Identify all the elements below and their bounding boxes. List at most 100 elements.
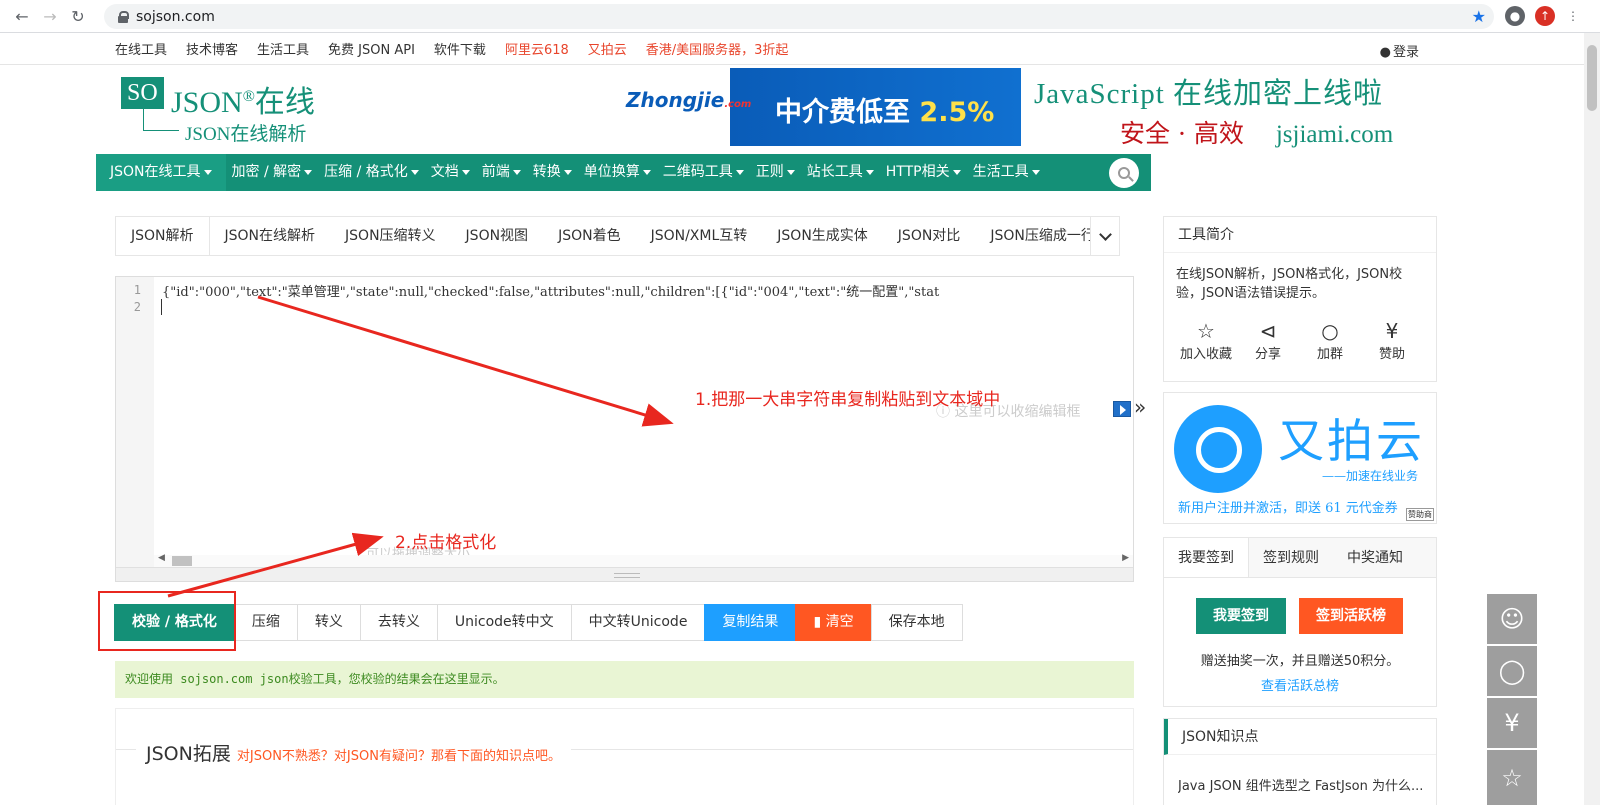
intro-title: 工具简介 xyxy=(1164,217,1436,253)
mainnav-item[interactable]: JSON在线工具 xyxy=(96,154,226,191)
favorite-action[interactable]: ☆ 加入收藏 xyxy=(1176,319,1236,362)
float-smile-button[interactable]: ☺ xyxy=(1487,594,1537,644)
tab[interactable]: JSON视图 xyxy=(451,217,544,255)
topnav-link[interactable]: 在线工具 xyxy=(115,39,167,58)
clear-button[interactable]: ▮ 清空 xyxy=(795,604,872,641)
copy-result-button[interactable]: 复制结果 xyxy=(704,604,797,641)
knowledge-title: JSON知识点 xyxy=(1164,719,1436,755)
zhongjie-logo: Zhongjie.com xyxy=(626,88,752,112)
tab[interactable]: JSON对比 xyxy=(883,217,976,255)
tab[interactable]: JSON在线解析 xyxy=(210,217,331,255)
page-scroll-thumb[interactable] xyxy=(1587,45,1597,111)
json-extension-section: JSON拓展 对JSON不熟悉？对JSON有疑问？那看下面的知识点吧。 xyxy=(115,708,1134,805)
scroll-left-icon[interactable]: ◀ xyxy=(158,553,165,563)
line-gutter: 1 2 xyxy=(116,277,154,567)
trash-icon: ▮ xyxy=(813,614,826,630)
upyun-ad[interactable]: 又拍云 ——加速在线业务 新用户注册并激活，即送 61 元代金券 赞助商 xyxy=(1163,392,1437,524)
collapse-arrows-icon[interactable]: » xyxy=(1134,395,1146,419)
mainnav-item[interactable]: 加密 / 解密 xyxy=(226,154,319,191)
annotation-step2: 2.点击格式化 xyxy=(395,533,497,553)
forward-icon[interactable]: → xyxy=(36,2,64,30)
scroll-right-icon[interactable]: ▶ xyxy=(1122,553,1129,563)
site-logo[interactable]: SO JSON®在线 JSON在线解析 xyxy=(121,75,331,145)
tool-tabs: JSON解析 JSON在线解析 JSON压缩转义 JSON视图 JSON着色 J… xyxy=(115,216,1120,256)
top-nav: 在线工具 技术博客 生活工具 免费 JSON API 软件下载 阿里云618 又… xyxy=(0,33,1600,65)
unicode-to-cn-button[interactable]: Unicode转中文 xyxy=(436,604,572,641)
update-icon[interactable]: ↑ xyxy=(1535,6,1555,26)
mainnav-item[interactable]: 二维码工具 xyxy=(657,154,750,191)
line-number: 1 xyxy=(133,283,141,297)
tab[interactable]: JSON着色 xyxy=(543,217,636,255)
compress-button[interactable]: 压缩 xyxy=(233,604,298,641)
topnav-promo-link[interactable]: 香港/美国服务器，3折起 xyxy=(646,39,789,58)
float-qq-button[interactable]: ◯ xyxy=(1487,646,1537,696)
cn-to-unicode-button[interactable]: 中文转Unicode xyxy=(570,604,706,641)
sign-in-button[interactable]: 我要签到 xyxy=(1196,598,1286,634)
tab-json-parse[interactable]: JSON解析 xyxy=(116,217,210,255)
unescape-button[interactable]: 去转义 xyxy=(359,604,438,641)
share-action[interactable]: ⊲ 分享 xyxy=(1238,319,1298,362)
tab[interactable]: JSON压缩转义 xyxy=(330,217,451,255)
sign-in-card: 我要签到 签到规则 中奖通知 我要签到 签到活跃榜 赠送抽奖一次，并且赠送50积… xyxy=(1163,537,1437,707)
topnav-promo-link[interactable]: 阿里云618 xyxy=(505,39,569,58)
json-editor[interactable]: 1 2 {"id":"000","text":"菜单管理","state":nu… xyxy=(115,276,1146,582)
active-rank-button[interactable]: 签到活跃榜 xyxy=(1299,598,1403,634)
qq-penguin-icon: ● xyxy=(1379,45,1391,60)
knowledge-item[interactable]: Java JSON 组件选型之 FastJson 为什么... xyxy=(1178,775,1428,794)
tab[interactable]: JSON生成实体 xyxy=(762,217,883,255)
reload-icon[interactable]: ↻ xyxy=(64,2,92,30)
share-icon: ⊲ xyxy=(1259,319,1277,343)
float-sponsor-button[interactable]: ¥ xyxy=(1487,698,1537,748)
main-nav: JSON在线工具 加密 / 解密 压缩 / 格式化 文档 前端 转换 单位换算 … xyxy=(96,154,1151,191)
page-scrollbar[interactable] xyxy=(1584,33,1600,805)
highlight-box xyxy=(98,591,236,651)
collapse-button[interactable] xyxy=(1113,401,1131,417)
scroll-thumb[interactable] xyxy=(172,556,192,566)
tabs-more-button[interactable] xyxy=(1090,217,1119,255)
login-link[interactable]: ● 登录 xyxy=(1380,41,1438,60)
join-group-action[interactable]: ○ 加群 xyxy=(1300,319,1360,362)
tab-sign-rules[interactable]: 签到规则 xyxy=(1249,538,1333,577)
account-icon[interactable]: ● xyxy=(1505,6,1525,26)
topnav-promo-link[interactable]: 又拍云 xyxy=(588,39,627,58)
escape-button[interactable]: 转义 xyxy=(296,604,361,641)
menu-dots-icon[interactable]: ⋮ xyxy=(1563,6,1583,26)
horizontal-scrollbar[interactable]: ◀ ▶ xyxy=(154,553,1133,567)
mainnav-item[interactable]: 单位换算 xyxy=(578,154,657,191)
bookmark-star-icon[interactable]: ★ xyxy=(1472,7,1486,26)
mainnav-item[interactable]: HTTP相关 xyxy=(880,154,967,191)
sponsor-action[interactable]: ¥ 赞助 xyxy=(1362,319,1422,362)
view-rank-link[interactable]: 查看活跃总榜 xyxy=(1164,675,1436,694)
upyun-slogan: ——加速在线业务 xyxy=(1322,469,1419,483)
ad-banner-jsjiami[interactable]: JavaScript 在线加密上线啦 安全 · 高效 jsjiami.com xyxy=(1034,70,1454,148)
mainnav-item[interactable]: 正则 xyxy=(750,154,801,191)
mainnav-item[interactable]: 站长工具 xyxy=(801,154,880,191)
ad-banner-zhongjie[interactable]: Zhongjie.com 中介费低至 2.5% xyxy=(620,68,1021,146)
mainnav-item[interactable]: 转换 xyxy=(527,154,578,191)
back-icon[interactable]: ← xyxy=(8,2,36,30)
tab-win-notice[interactable]: 中奖通知 xyxy=(1333,538,1417,577)
topnav-link[interactable]: 软件下载 xyxy=(434,39,486,58)
float-favorite-button[interactable]: ☆ xyxy=(1487,750,1537,805)
mainnav-item[interactable]: 压缩 / 格式化 xyxy=(318,154,425,191)
code-line[interactable]: {"id":"000","text":"菜单管理","state":null,"… xyxy=(162,281,1133,300)
tab[interactable]: JSON/XML互转 xyxy=(636,217,763,255)
annotation-step1: 1.把那一大串字符串复制粘贴到文本域中 xyxy=(695,390,1001,410)
json-knowledge-card: JSON知识点 Java JSON 组件选型之 FastJson 为什么... xyxy=(1163,718,1437,805)
ad2-line2: 安全 · 高效 jsjiami.com xyxy=(1120,119,1394,148)
save-local-button[interactable]: 保存本地 xyxy=(870,604,963,641)
mainnav-item[interactable]: 前端 xyxy=(476,154,527,191)
topnav-link[interactable]: 技术博客 xyxy=(186,39,238,58)
smile-icon: ☺ xyxy=(1499,605,1525,633)
ad2-line1: JavaScript 在线加密上线啦 xyxy=(1034,78,1384,110)
topnav-link[interactable]: 免费 JSON API xyxy=(328,39,415,58)
topnav-link[interactable]: 生活工具 xyxy=(257,39,309,58)
qq-icon: ○ xyxy=(1321,319,1339,343)
mainnav-item[interactable]: 文档 xyxy=(425,154,476,191)
search-button[interactable] xyxy=(1109,158,1139,188)
address-bar[interactable]: sojson.com ★ xyxy=(104,4,1494,29)
sponsor-mark: 赞助商 xyxy=(1406,508,1434,521)
tab-sign-in[interactable]: 我要签到 xyxy=(1164,538,1249,577)
mainnav-item[interactable]: 生活工具 xyxy=(967,154,1046,191)
resize-handle[interactable] xyxy=(116,567,1133,581)
